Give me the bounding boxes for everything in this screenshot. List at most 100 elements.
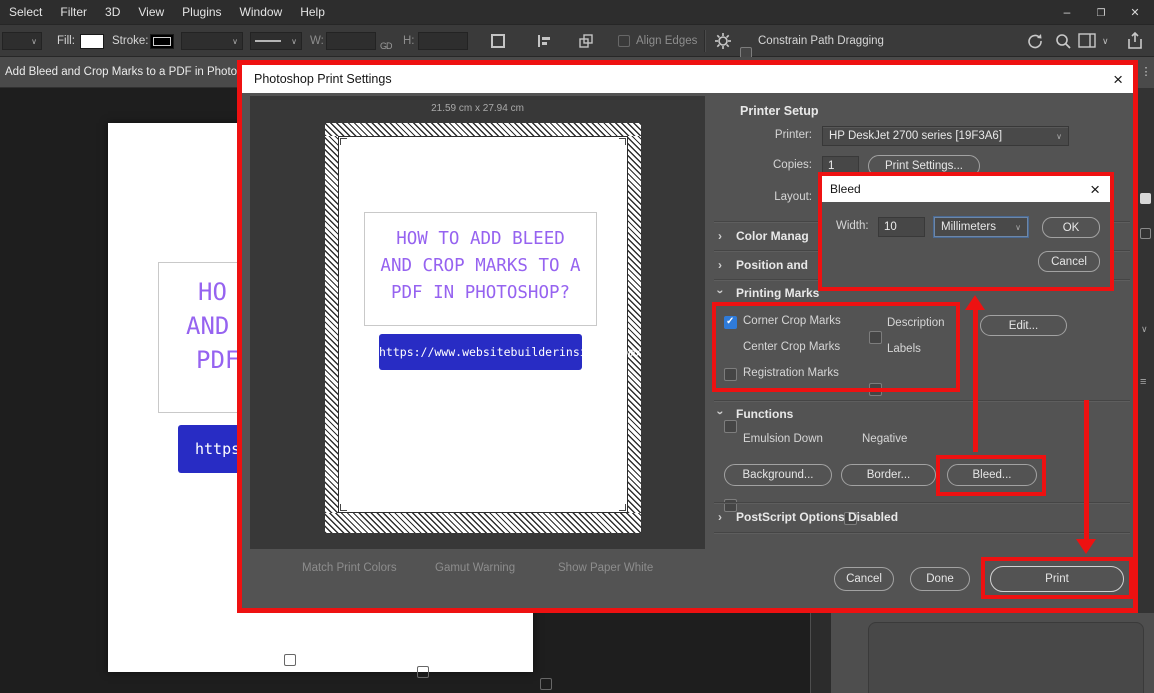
corner-crop-marks-checkbox[interactable] [724, 316, 737, 329]
printer-dropdown[interactable]: HP DeskJet 2700 series [19F3A6] [822, 126, 1069, 146]
tab-overflow-icon[interactable]: ⋮ [1138, 57, 1154, 88]
width-label: W: [310, 35, 324, 47]
stroke-width-dropdown[interactable] [181, 32, 243, 50]
menu-3d[interactable]: 3D [96, 0, 129, 24]
chevron-down-icon[interactable]: ∨ [1141, 324, 1148, 335]
panel-edge-strip: ∨ ≡ [1138, 88, 1154, 693]
stroke-swatch[interactable] [150, 34, 174, 49]
close-bleed-dialog-icon[interactable] [1082, 181, 1100, 198]
preview-heading-line: AND CROP MARKS TO A [365, 253, 596, 280]
chevron-down-icon [1015, 221, 1021, 233]
section-functions[interactable]: Functions [736, 407, 793, 421]
stroke-type-dropdown[interactable] [250, 32, 302, 50]
bleed-units-dropdown[interactable]: Millimeters [934, 217, 1028, 237]
chevron-right-icon[interactable] [718, 510, 728, 524]
corner-crop-marks-label: Corner Crop Marks [743, 315, 841, 327]
bleed-hatch-right [628, 136, 641, 513]
height-label: H: [403, 35, 415, 47]
annotation-arrow-down [1084, 400, 1089, 540]
bleed-cancel-button[interactable]: Cancel [1038, 251, 1100, 272]
window-controls [1056, 0, 1146, 24]
preview-link-button: https://www.websitebuilderinsider.com/ [379, 334, 582, 370]
fill-label: Fill: [57, 35, 75, 47]
chevron-down-icon[interactable] [714, 290, 728, 300]
constrain-path-dragging-label: Constrain Path Dragging [758, 35, 884, 47]
section-color-management[interactable]: Color Manag [736, 229, 809, 243]
edit-button[interactable]: Edit... [980, 315, 1067, 336]
close-dialog-icon[interactable] [1101, 71, 1123, 88]
menu-plugins[interactable]: Plugins [173, 0, 230, 24]
chevron-down-icon[interactable] [714, 411, 728, 421]
bleed-button[interactable]: Bleed... [947, 464, 1037, 486]
labels-checkbox[interactable] [869, 383, 882, 396]
preview-heading-line: PDF IN PHOTOSHOP? [365, 280, 596, 307]
labels-label: Labels [887, 343, 921, 355]
section-postscript[interactable]: PostScript Options Disabled [736, 510, 898, 524]
chevron-right-icon[interactable] [718, 229, 728, 243]
print-dialog-body: 21.59 cm x 27.94 cm HOW TO ADD BLEED AND… [242, 93, 1133, 608]
bleed-width-label: Width: [836, 220, 869, 232]
menu-select[interactable]: Select [0, 0, 51, 24]
description-checkbox[interactable] [869, 331, 882, 344]
close-window-icon[interactable] [1124, 5, 1146, 19]
border-button[interactable]: Border... [841, 464, 936, 486]
print-button[interactable]: Print [990, 566, 1124, 592]
shape-height-input[interactable] [418, 32, 468, 50]
gamut-warning-checkbox[interactable] [417, 666, 429, 678]
chevron-down-icon[interactable]: ∨ [1102, 36, 1109, 47]
preview-sheet: HOW TO ADD BLEED AND CROP MARKS TO A PDF… [325, 123, 641, 533]
tool-preset-dropdown[interactable] [2, 32, 42, 50]
list-icon[interactable]: ≡ [1140, 376, 1146, 388]
search-icon[interactable] [1054, 32, 1072, 50]
chevron-down-icon [1056, 130, 1062, 142]
bleed-width-input[interactable]: 10 [878, 217, 925, 237]
scrollbar-strip[interactable] [810, 613, 832, 693]
align-edges-label: Align Edges [636, 35, 697, 47]
fill-swatch[interactable] [80, 34, 104, 49]
preview-heading-line: HOW TO ADD BLEED [365, 226, 596, 253]
document-heading-line: AND [186, 312, 229, 340]
show-paper-white-checkbox[interactable] [540, 678, 552, 690]
path-alignment-icon[interactable] [536, 33, 552, 49]
menu-help[interactable]: Help [291, 0, 334, 24]
cancel-button[interactable]: Cancel [834, 567, 894, 591]
background-button[interactable]: Background... [724, 464, 832, 486]
document-heading-line: HO [198, 278, 227, 306]
workspace-switcher-icon[interactable] [1078, 33, 1096, 48]
restore-icon[interactable] [1090, 5, 1112, 19]
minimize-icon[interactable] [1056, 5, 1078, 19]
bleed-dialog-title: Bleed [822, 182, 861, 196]
registration-marks-checkbox[interactable] [724, 420, 737, 433]
section-position-size[interactable]: Position and [736, 258, 808, 272]
path-operations-icon[interactable] [491, 34, 505, 48]
settings-gear-icon[interactable] [714, 32, 732, 50]
shape-width-input[interactable] [326, 32, 376, 50]
panels-background [832, 613, 1154, 693]
annotation-arrow-up-head [965, 295, 985, 310]
ok-button[interactable]: OK [1042, 217, 1100, 238]
negative-label: Negative [862, 433, 907, 445]
share-icon[interactable] [1126, 31, 1144, 50]
panel-well [868, 622, 1144, 693]
menu-window[interactable]: Window [231, 0, 292, 24]
menu-filter[interactable]: Filter [51, 0, 96, 24]
panel-icon[interactable] [1140, 228, 1151, 239]
divider [704, 30, 705, 52]
center-crop-marks-checkbox[interactable] [724, 368, 737, 381]
print-dialog-title: Photoshop Print Settings [242, 72, 392, 86]
match-print-colors-checkbox[interactable] [284, 654, 296, 666]
panel-icon[interactable] [1140, 193, 1151, 204]
path-arrangement-icon[interactable] [578, 33, 594, 49]
section-printing-marks[interactable]: Printing Marks [736, 286, 819, 300]
done-button[interactable]: Done [910, 567, 970, 591]
chevron-right-icon[interactable] [718, 258, 728, 272]
menu-bar: Select Filter 3D View Plugins Window Hel… [0, 0, 1154, 24]
align-edges-checkbox[interactable] [618, 35, 630, 47]
menu-view[interactable]: View [129, 0, 173, 24]
link-dimensions-icon[interactable] [380, 36, 392, 54]
bleed-hatch-bottom [325, 513, 641, 533]
divider [714, 532, 1130, 533]
rotate-view-icon[interactable] [1026, 32, 1044, 50]
divider [714, 400, 1130, 401]
annotation-arrow-up [973, 309, 978, 452]
